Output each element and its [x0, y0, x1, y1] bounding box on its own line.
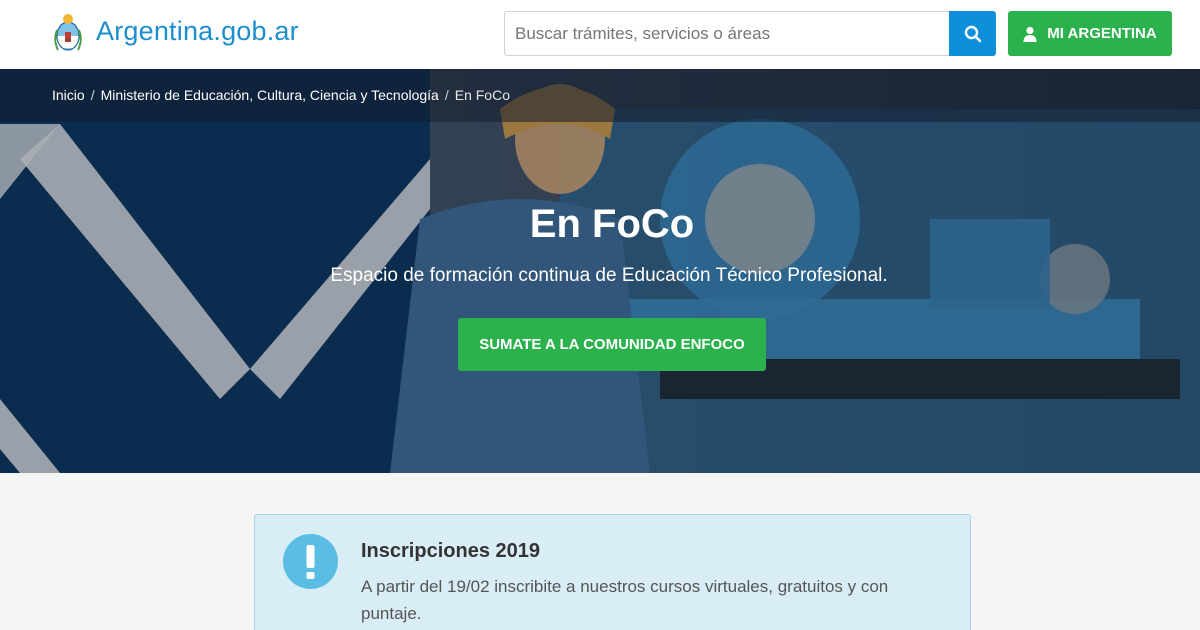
exclamation-icon: [283, 534, 338, 589]
page-title: En FoCo: [529, 202, 695, 246]
page-subtitle: Espacio de formación continua de Educaci…: [330, 265, 888, 286]
search-input[interactable]: [504, 11, 950, 56]
breadcrumb: Inicio / Ministerio de Educación, Cultur…: [52, 87, 510, 103]
info-alert: Inscripciones 2019 A partir del 19/02 in…: [254, 514, 971, 630]
site-header: Argentina.gob.ar MI ARGENTINA: [0, 0, 1200, 69]
breadcrumb-link-inicio[interactable]: Inicio: [52, 87, 85, 103]
breadcrumb-bar: Inicio / Ministerio de Educación, Cultur…: [0, 69, 1200, 122]
search-button[interactable]: [949, 11, 996, 56]
search-icon: [964, 25, 981, 42]
breadcrumb-separator: /: [444, 87, 449, 103]
join-community-button[interactable]: SUMATE A LA COMUNIDAD ENFOCO: [458, 318, 766, 371]
site-brand-link[interactable]: Argentina.gob.ar: [96, 16, 299, 47]
coat-of-arms-logo[interactable]: [52, 10, 84, 56]
hero-banner: Inicio / Ministerio de Educación, Cultur…: [0, 69, 1200, 473]
mi-argentina-button[interactable]: MI ARGENTINA: [1008, 11, 1172, 56]
alert-text: A partir del 19/02 inscribite a nuestros…: [361, 577, 889, 623]
alert-title: Inscripciones 2019: [361, 540, 540, 562]
search-bar: [504, 11, 996, 56]
breadcrumb-link-ministerio[interactable]: Ministerio de Educación, Cultura, Cienci…: [101, 87, 439, 103]
user-icon: [1023, 26, 1037, 42]
breadcrumb-separator: /: [90, 87, 95, 103]
breadcrumb-current: En FoCo: [454, 87, 510, 103]
mi-argentina-label: MI ARGENTINA: [1047, 25, 1157, 42]
